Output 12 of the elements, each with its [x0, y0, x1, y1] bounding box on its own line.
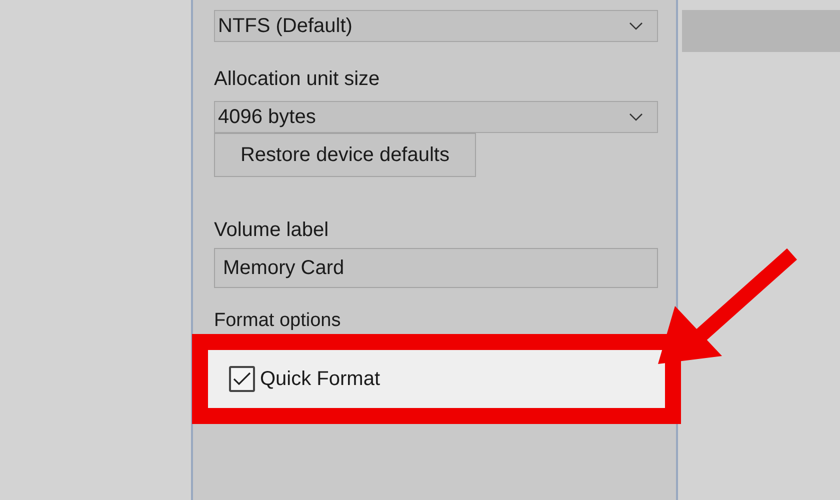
chevron-icon — [629, 22, 643, 30]
allocation-label: Allocation unit size — [214, 68, 381, 91]
format-options-caption: Format options — [214, 310, 342, 332]
chevron-icon — [629, 113, 643, 121]
file-system-dropdown[interactable]: NTFS (Default) — [214, 10, 658, 42]
checkmark-icon — [233, 372, 251, 386]
checkbox[interactable] — [229, 366, 255, 392]
volume-label-caption: Volume label — [214, 219, 330, 242]
allocation-dropdown[interactable]: 4096 bytes — [214, 101, 658, 133]
volume-label-field[interactable]: Memory Card — [214, 248, 658, 288]
quick-format-checkbox[interactable]: Quick Format — [229, 366, 380, 392]
restore-defaults-button[interactable]: Restore device defaults — [214, 133, 476, 177]
